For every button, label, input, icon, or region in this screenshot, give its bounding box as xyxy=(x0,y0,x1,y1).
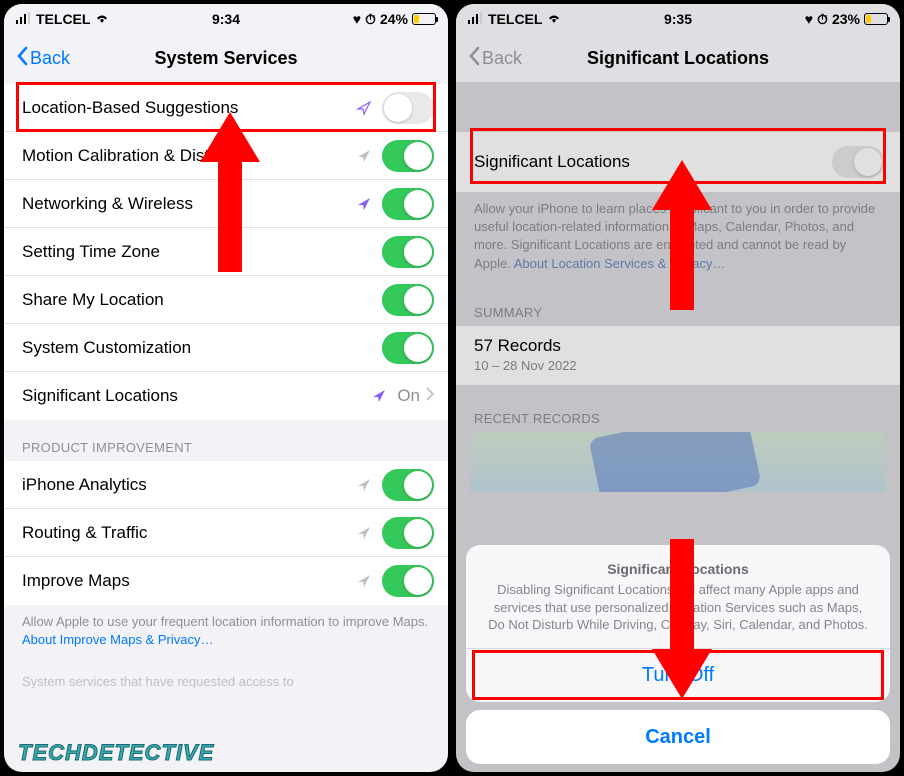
row-significant-locations[interactable]: Significant Locations On xyxy=(4,372,448,420)
wifi-icon xyxy=(94,11,110,27)
row-label: Motion Calibration & Distance xyxy=(22,146,356,166)
toggle-system-customization[interactable] xyxy=(382,332,434,364)
location-arrow-icon xyxy=(356,525,372,541)
clock: 9:34 xyxy=(212,11,240,27)
location-arrow-icon xyxy=(356,573,372,589)
row-iphone-analytics[interactable]: iPhone Analytics xyxy=(4,461,448,509)
chevron-left-icon xyxy=(16,46,28,71)
phone-right-significant-locations: TELCEL 9:35 ♥ ⏱ 23% Back Significant Loc… xyxy=(456,4,900,772)
sheet-title: Significant Locations xyxy=(486,561,870,577)
location-arrow-icon xyxy=(356,477,372,493)
nav-bar: Back System Services xyxy=(4,34,448,82)
signal-icon xyxy=(16,11,32,27)
row-label: System Customization xyxy=(22,338,382,358)
row-system-customization[interactable]: System Customization xyxy=(4,324,448,372)
watermark: TECHDETECTIVE xyxy=(18,740,214,766)
product-improvement-list: iPhone Analytics Routing & Traffic Impro… xyxy=(4,461,448,605)
chevron-right-icon xyxy=(426,387,434,406)
battery-icon xyxy=(864,13,888,25)
battery-text: 23% xyxy=(832,11,860,27)
row-label: Location-Based Suggestions xyxy=(22,98,356,118)
footer-text-2: System services that have requested acce… xyxy=(4,657,448,699)
battery-text: 24% xyxy=(380,11,408,27)
row-share-my-location[interactable]: Share My Location xyxy=(4,276,448,324)
location-arrow-icon xyxy=(371,388,387,404)
toggle-share-my-location[interactable] xyxy=(382,284,434,316)
back-button[interactable]: Back xyxy=(8,46,78,71)
row-label: Share My Location xyxy=(22,290,382,310)
row-label: Improve Maps xyxy=(22,571,356,591)
toggle-location-based-suggestions[interactable] xyxy=(382,92,434,124)
status-bar: TELCEL 9:35 ♥ ⏱ 23% xyxy=(456,4,900,34)
toggle-improve-maps[interactable] xyxy=(382,565,434,597)
carrier-label: TELCEL xyxy=(36,11,90,27)
location-arrow-icon xyxy=(356,196,372,212)
row-setting-time-zone[interactable]: Setting Time Zone xyxy=(4,228,448,276)
toggle-setting-time-zone[interactable] xyxy=(382,236,434,268)
signal-icon xyxy=(468,11,484,27)
row-label: Networking & Wireless xyxy=(22,194,356,214)
heart-icon: ♥ xyxy=(805,11,813,27)
row-label: Routing & Traffic xyxy=(22,523,356,543)
row-networking-wireless[interactable]: Networking & Wireless xyxy=(4,180,448,228)
row-label: iPhone Analytics xyxy=(22,475,356,495)
back-label: Back xyxy=(30,48,70,69)
heart-icon: ♥ xyxy=(353,11,361,27)
phone-left-system-services: TELCEL 9:34 ♥ ⏱ 24% Back System Services… xyxy=(4,4,448,772)
alarm-icon: ⏱ xyxy=(365,11,376,28)
row-label: Significant Locations xyxy=(22,386,371,406)
cancel-button[interactable]: Cancel xyxy=(466,710,890,764)
toggle-iphone-analytics[interactable] xyxy=(382,469,434,501)
carrier-label: TELCEL xyxy=(488,11,542,27)
row-routing-traffic[interactable]: Routing & Traffic xyxy=(4,509,448,557)
toggle-motion-calibration[interactable] xyxy=(382,140,434,172)
back-label: Back xyxy=(482,48,522,69)
battery-icon xyxy=(412,13,436,25)
wifi-icon xyxy=(546,11,562,27)
action-sheet: Significant Locations Disabling Signific… xyxy=(466,545,890,764)
system-services-list: Location-Based Suggestions Motion Calibr… xyxy=(4,84,448,420)
nav-bar: Back Significant Locations xyxy=(456,34,900,82)
status-bar: TELCEL 9:34 ♥ ⏱ 24% xyxy=(4,4,448,34)
alarm-icon: ⏱ xyxy=(817,11,828,28)
back-button[interactable]: Back xyxy=(460,46,530,71)
toggle-routing-traffic[interactable] xyxy=(382,517,434,549)
row-label: Setting Time Zone xyxy=(22,242,382,262)
location-arrow-icon xyxy=(356,148,372,164)
chevron-left-icon xyxy=(468,46,480,71)
row-value: On xyxy=(397,386,420,406)
row-motion-calibration[interactable]: Motion Calibration & Distance xyxy=(4,132,448,180)
group-header-product-improvement: PRODUCT IMPROVEMENT xyxy=(4,434,448,461)
turn-off-button[interactable]: Turn Off xyxy=(466,648,890,702)
clock: 9:35 xyxy=(664,11,692,27)
footer-link[interactable]: About Improve Maps & Privacy… xyxy=(22,632,213,647)
sheet-description: Disabling Significant Locations will aff… xyxy=(486,581,870,634)
row-location-based-suggestions[interactable]: Location-Based Suggestions xyxy=(4,84,448,132)
location-arrow-icon xyxy=(356,100,372,116)
footer-text: Allow Apple to use your frequent locatio… xyxy=(4,605,448,657)
row-improve-maps[interactable]: Improve Maps xyxy=(4,557,448,605)
toggle-networking-wireless[interactable] xyxy=(382,188,434,220)
